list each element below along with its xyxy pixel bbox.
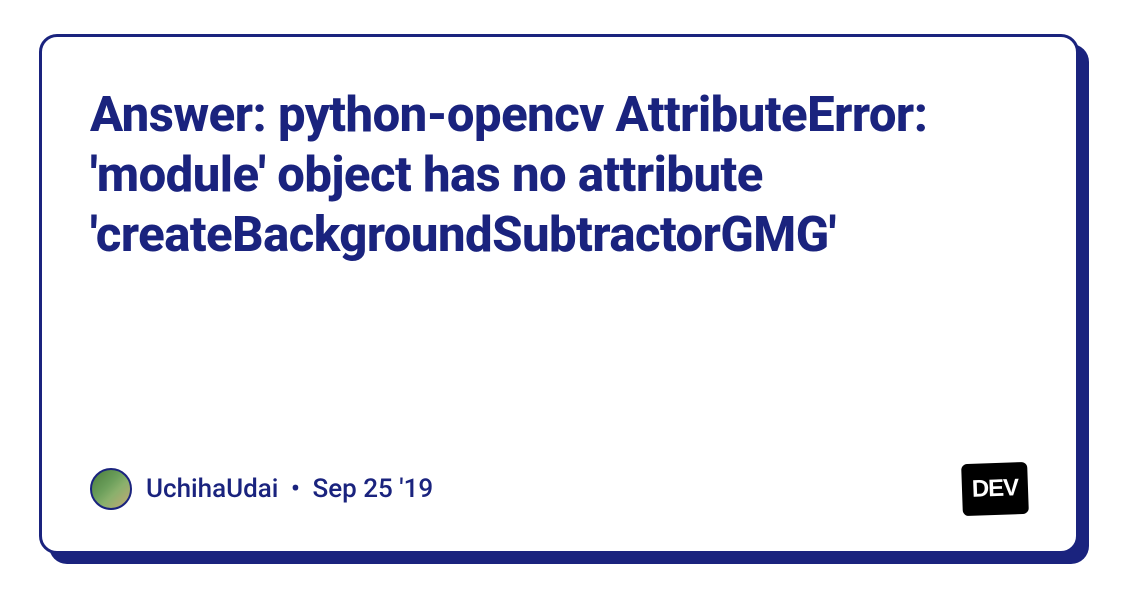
post-date: Sep 25 '19 — [312, 474, 433, 504]
card-footer: UchihaUdai • Sep 25 '19 DEV — [90, 463, 1028, 515]
post-title: Answer: python-opencv AttributeError: 'm… — [90, 85, 1028, 264]
card-body: Answer: python-opencv AttributeError: 'm… — [39, 34, 1079, 554]
dev-logo-text: DEV — [971, 474, 1018, 504]
author-block: UchihaUdai • Sep 25 '19 — [90, 468, 433, 510]
social-card: Answer: python-opencv AttributeError: 'm… — [39, 34, 1089, 564]
separator: • — [291, 474, 300, 504]
dev-logo: DEV — [961, 462, 1029, 516]
avatar — [90, 468, 132, 510]
author-name: UchihaUdai — [146, 474, 278, 504]
byline: UchihaUdai • Sep 25 '19 — [146, 474, 433, 504]
